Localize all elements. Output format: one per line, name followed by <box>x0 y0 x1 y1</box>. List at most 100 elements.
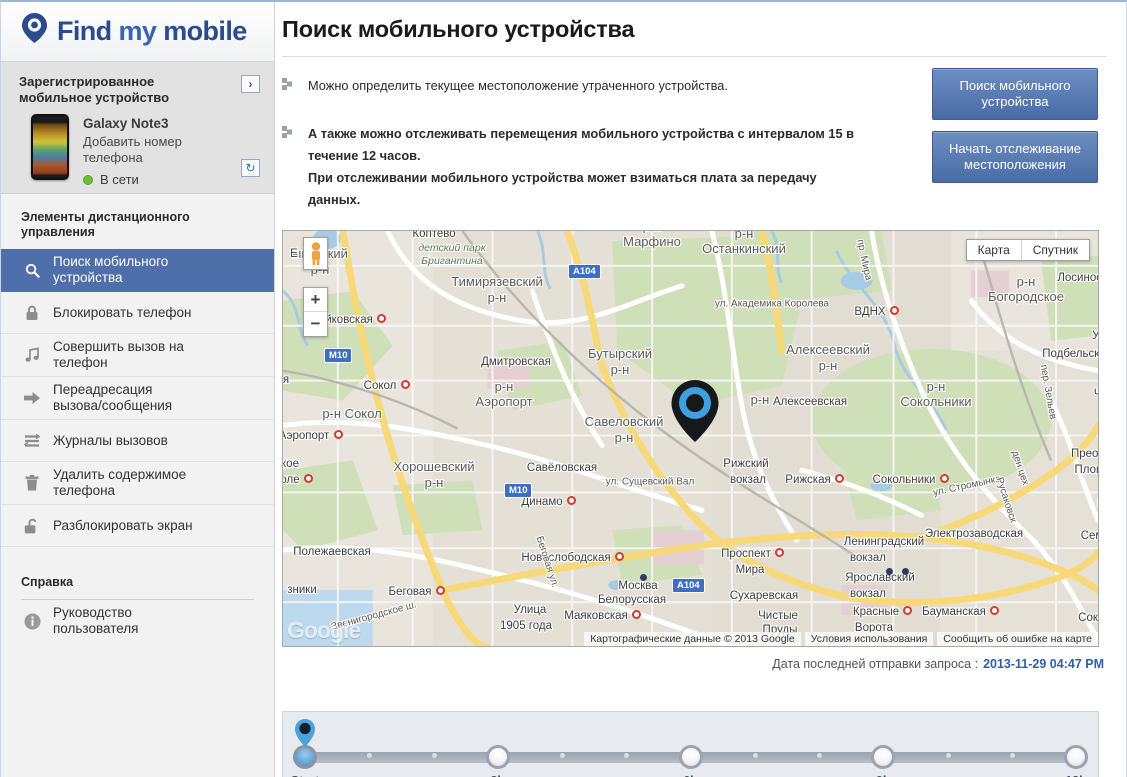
timeline-tick <box>752 753 758 758</box>
help-section-label: Справка <box>21 575 74 589</box>
remote-section-line1: Элементы дистанционного <box>21 210 190 224</box>
map-street-label: Русаковск <box>993 476 1019 524</box>
chevron-right-icon[interactable]: › <box>241 75 260 93</box>
map-copyright: Картографические данные © 2013 Google <box>584 632 801 646</box>
map-district-label: Алексеевский <box>786 342 870 357</box>
map-district-label: р-н <box>1016 274 1036 289</box>
sidebar-item-wipe-phone[interactable]: Удалить содержимое телефона <box>1 462 274 505</box>
timeline-stop-3h[interactable] <box>485 745 510 769</box>
sidebar-item-lock-phone[interactable]: Блокировать телефон <box>1 292 274 334</box>
device-model-name: Galaxy Note3 <box>83 116 169 131</box>
sidebar-item-call-logs[interactable]: Журналы вызовов <box>1 420 274 462</box>
timeline-tick <box>945 753 951 758</box>
highway-shield: M10 <box>324 348 353 363</box>
map-place-label: Е <box>290 248 298 260</box>
zoom-out-button[interactable]: − <box>304 312 327 336</box>
map-district-label: р-н <box>424 475 444 490</box>
google-watermark: Google <box>287 617 361 643</box>
refresh-icon[interactable]: ↻ <box>241 159 260 177</box>
main-content: Поиск мобильного устройства Можно опреде… <box>276 2 1126 777</box>
metro-station-icon <box>400 380 410 389</box>
add-phone-line2: телефона <box>83 150 143 165</box>
metro-station-icon <box>614 552 624 561</box>
map-district-label: р-н <box>614 430 634 445</box>
map-district-label: Бутырский <box>588 346 652 361</box>
map-place-label: Полежаевская <box>293 546 371 558</box>
map-place-label: Аэропорт <box>282 430 330 442</box>
map-place-label: Сокол <box>363 380 397 392</box>
timeline-tick <box>817 753 822 758</box>
map-place-label: Рижский <box>723 458 769 470</box>
metro-station-icon <box>377 314 386 323</box>
map-terms-link[interactable]: Условия использования <box>804 632 934 646</box>
info-bullet-2-line-4: данных. <box>308 192 361 207</box>
search-icon <box>21 263 43 278</box>
registered-device-title-line2: мобильное устройство <box>19 90 170 105</box>
map[interactable]: + − Карта Спутник р-нМарфинор-нОстанкинс… <box>282 230 1099 647</box>
brand-logo[interactable]: Find my mobile <box>1 2 274 62</box>
sidebar-item-find-device-label-1: Поиск мобильного <box>53 254 169 269</box>
find-device-button-line1: Поиск мобильного <box>959 78 1071 93</box>
timeline-tick <box>1009 753 1015 758</box>
map-place-label: Чер <box>1094 388 1098 400</box>
map-place-label: Мира <box>735 564 765 576</box>
highway-shield: A104 <box>672 578 705 593</box>
highway-shield: M10 <box>504 483 533 498</box>
last-request-date: Дата последней отправки запроса : 2013-11… <box>772 657 1104 671</box>
map-place-label: Площ <box>1074 464 1098 476</box>
start-tracking-button[interactable]: Начать отслеживание местоположения <box>932 131 1098 183</box>
sidebar-item-call-forwarding[interactable]: Переадресация вызова/сообщения <box>1 377 274 420</box>
metro-station-icon <box>775 548 784 557</box>
lock-icon <box>21 305 43 321</box>
map-place-label: Маяковская <box>564 610 628 622</box>
highway-shield: A104 <box>568 264 601 279</box>
map-district-label: р-н <box>926 379 946 394</box>
last-request-value: 2013-11-29 04:47 PM <box>983 657 1104 671</box>
find-device-button[interactable]: Поиск мобильного устройства <box>932 68 1098 120</box>
zoom-in-button[interactable]: + <box>304 288 327 312</box>
tracking-timeline[interactable]: Start3h6h9h12h <box>282 711 1099 777</box>
metro-station-icon <box>303 474 313 483</box>
remote-section-line2: управления <box>21 225 95 239</box>
map-place-label: Чистые <box>758 610 798 622</box>
sidebar-item-call-forwarding-label-2: вызова/сообщения <box>53 398 173 413</box>
map-report-link[interactable]: Сообщить об ошибке на карте <box>937 632 1098 646</box>
map-type-satellite-button[interactable]: Спутник <box>1022 240 1089 260</box>
timeline-stop-6h[interactable] <box>678 745 703 769</box>
map-place-label: Новослободская <box>521 552 611 564</box>
timeline-stop-12h[interactable] <box>1064 745 1088 769</box>
metro-station-icon <box>566 496 576 505</box>
metro-station-icon <box>632 610 641 619</box>
unlock-icon <box>21 518 43 534</box>
add-phone-number-link[interactable]: Добавить номер телефона <box>83 134 233 166</box>
registered-device-title: Зарегистрированное мобильное устройство <box>19 74 219 106</box>
map-district-label: р-н <box>818 358 838 373</box>
map-district-label: Тимирязевский <box>451 274 543 289</box>
map-district-label: Останкинский <box>702 241 786 256</box>
sidebar-item-user-guide[interactable]: Руководство пользователя <box>1 600 274 642</box>
map-district-label: р-н <box>643 231 662 234</box>
registered-device-title-line1: Зарегистрированное <box>19 74 155 89</box>
map-place-label: кое <box>282 458 299 470</box>
metro-station-icon <box>889 306 899 315</box>
sidebar-item-ring-phone[interactable]: Совершить вызов на телефон <box>1 334 274 377</box>
sidebar-item-find-device-label-2: устройства <box>53 270 123 285</box>
call-log-icon <box>21 433 43 448</box>
bullet-arrow-icon <box>282 75 298 97</box>
sidebar-item-find-device[interactable]: Поиск мобильного устройства <box>1 249 274 292</box>
map-place-label: Преоб <box>1070 448 1099 460</box>
map-pin-marker-icon[interactable] <box>669 378 721 449</box>
map-district-label: Аэропорт <box>475 394 533 409</box>
map-type-map-button[interactable]: Карта <box>967 240 1022 260</box>
street-view-pegman-icon[interactable] <box>303 237 328 270</box>
map-type-switcher[interactable]: Карта Спутник <box>965 239 1090 261</box>
map-place-label: Улица <box>513 604 547 616</box>
music-note-icon <box>21 347 43 363</box>
timeline-stop-9h[interactable] <box>871 745 896 769</box>
find-device-button-line2: устройства <box>981 94 1049 109</box>
sidebar-item-unlock-screen[interactable]: Разблокировать экран <box>1 505 274 547</box>
map-zoom-controls[interactable]: + − <box>303 287 328 337</box>
map-place-label: Ули <box>1092 330 1099 342</box>
timeline-current-pin-icon[interactable] <box>294 718 316 753</box>
map-place-label: вокзал <box>850 552 886 564</box>
